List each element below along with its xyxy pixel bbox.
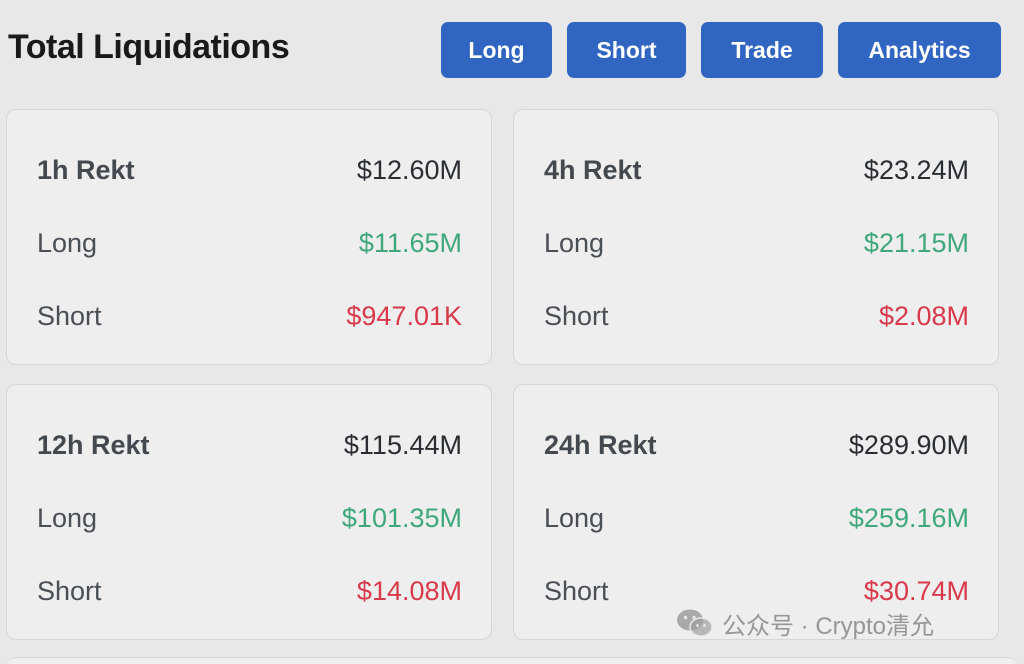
total-row: 12h Rekt $115.44M <box>37 427 462 463</box>
total-value: $12.60M <box>356 154 462 185</box>
page-title: Total Liquidations <box>8 28 290 66</box>
period-label: 4h Rekt <box>544 154 642 185</box>
short-row: Short $14.08M <box>37 573 462 609</box>
long-label: Long <box>544 502 605 533</box>
liquidation-card-4h: 4h Rekt $23.24M Long $21.15M Short $2.08… <box>513 109 999 365</box>
long-row: Long $21.15M <box>544 225 969 261</box>
short-row: Short $30.74M <box>544 573 969 609</box>
short-label: Short <box>37 575 102 606</box>
analytics-button[interactable]: Analytics <box>838 22 1001 78</box>
total-row: 24h Rekt $289.90M <box>544 427 969 463</box>
total-value: $289.90M <box>848 429 969 460</box>
short-value: $2.08M <box>878 300 969 331</box>
long-label: Long <box>544 227 605 258</box>
long-label: Long <box>37 227 98 258</box>
trade-button[interactable]: Trade <box>701 22 823 78</box>
short-row: Short $947.01K <box>37 298 462 334</box>
total-row: 4h Rekt $23.24M <box>544 152 969 188</box>
short-button[interactable]: Short <box>567 22 686 78</box>
long-value: $101.35M <box>341 502 462 533</box>
liquidations-page: Total Liquidations Long Short Trade Anal… <box>0 0 1024 664</box>
total-value: $23.24M <box>863 154 969 185</box>
total-value: $115.44M <box>343 429 462 460</box>
short-row: Short $2.08M <box>544 298 969 334</box>
short-label: Short <box>544 300 609 331</box>
watermark: 公众号 · Crypto清允 <box>676 606 934 640</box>
long-row: Long $259.16M <box>544 500 969 536</box>
short-value: $30.74M <box>863 575 969 606</box>
next-card-edge <box>6 657 1018 664</box>
short-label: Short <box>544 575 609 606</box>
long-value: $259.16M <box>848 502 969 533</box>
period-label: 24h Rekt <box>544 429 657 460</box>
period-label: 12h Rekt <box>37 429 150 460</box>
short-value: $14.08M <box>356 575 462 606</box>
watermark-text: 公众号 · Crypto清允 <box>722 612 935 640</box>
total-row: 1h Rekt $12.60M <box>37 152 462 188</box>
long-row: Long $11.65M <box>37 225 462 261</box>
liquidation-card-24h: 24h Rekt $289.90M Long $259.16M Short $3… <box>513 384 999 640</box>
long-row: Long $101.35M <box>37 500 462 536</box>
short-value: $947.01K <box>346 300 462 331</box>
long-button[interactable]: Long <box>441 22 552 78</box>
long-value: $21.15M <box>863 227 969 258</box>
wechat-icon <box>676 608 714 638</box>
liquidation-card-1h: 1h Rekt $12.60M Long $11.65M Short $947.… <box>6 109 492 365</box>
short-label: Short <box>37 300 102 331</box>
liquidation-card-12h: 12h Rekt $115.44M Long $101.35M Short $1… <box>6 384 492 640</box>
long-label: Long <box>37 502 98 533</box>
long-value: $11.65M <box>358 227 462 258</box>
period-label: 1h Rekt <box>37 154 135 185</box>
